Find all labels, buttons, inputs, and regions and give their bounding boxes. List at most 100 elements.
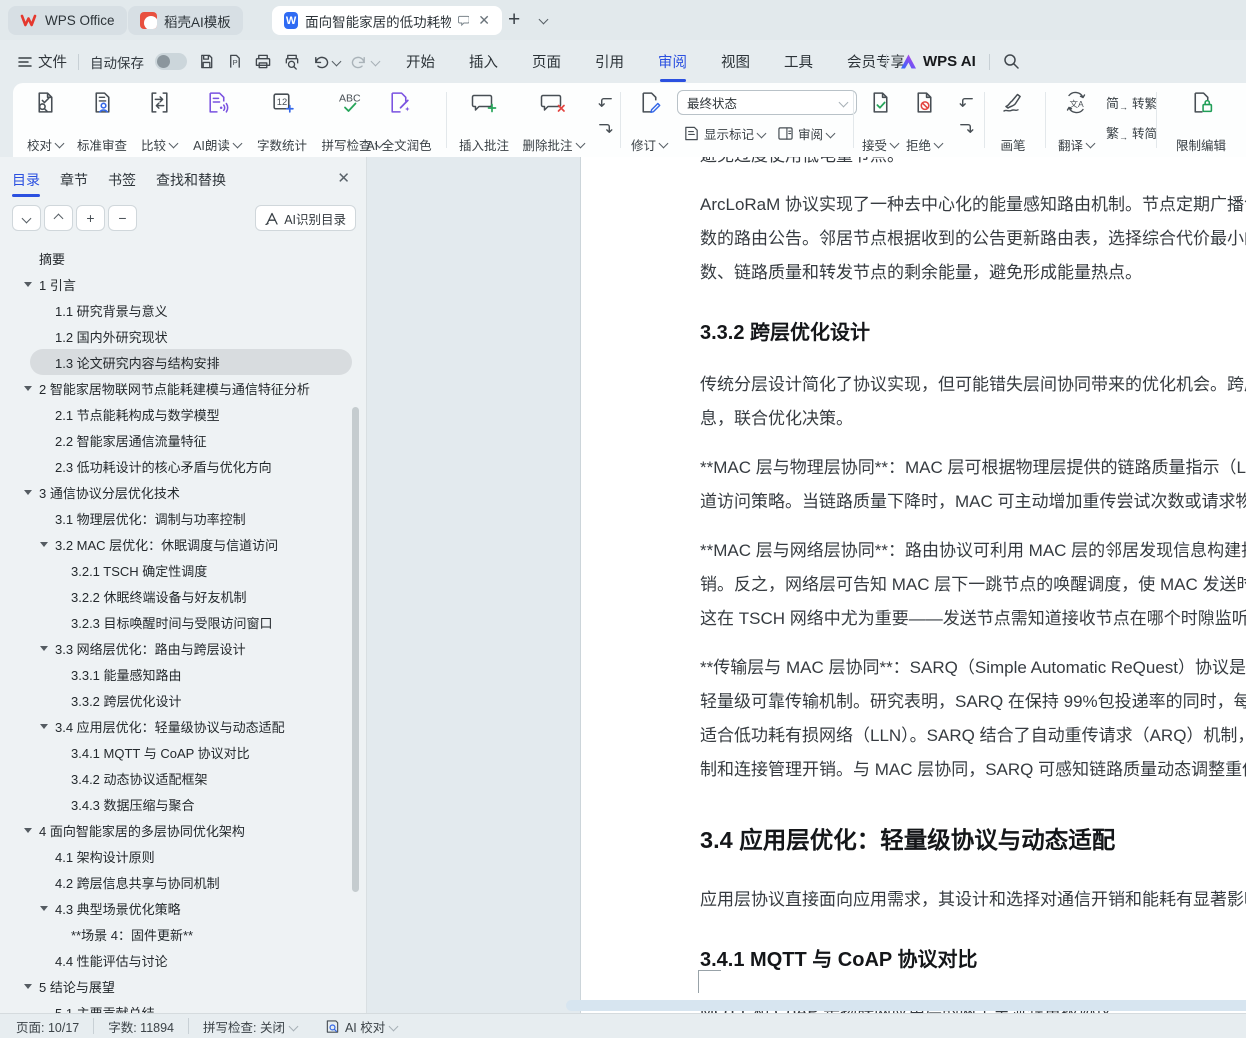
toc-collapse-arrow-icon[interactable] (40, 646, 48, 651)
translate-button[interactable]: 文A 翻译 (1052, 87, 1100, 160)
previous-comment-button[interactable] (593, 89, 617, 115)
export-pdf-button[interactable]: P (226, 53, 243, 70)
toc-collapse-arrow-icon[interactable] (24, 490, 32, 495)
toc-zoom-in-button[interactable]: + (76, 205, 105, 231)
wps-ai-button[interactable]: WPS AI (900, 53, 976, 70)
toc-item[interactable]: 2.2 智能家居通信流量特征 (0, 427, 352, 453)
toc-collapse-arrow-icon[interactable] (40, 724, 48, 729)
toc-item[interactable]: 2 智能家居物联网节点能耗建模与通信特征分析 (0, 375, 352, 401)
toc-item[interactable]: 5 结论与展望 (0, 973, 352, 999)
next-comment-button[interactable] (593, 115, 617, 141)
print-button[interactable] (254, 53, 272, 70)
proofread-button[interactable]: 校对 (18, 87, 72, 160)
menu-item-reference[interactable]: 引用 (593, 51, 626, 72)
spell-check-status[interactable]: 拼写检查: 关闭 (203, 1017, 297, 1036)
standard-review-button[interactable]: 标准审查 (71, 87, 133, 160)
show-markup-button[interactable]: 显示标记 (683, 124, 765, 143)
delete-comment-button[interactable]: 删除批注 (517, 87, 589, 160)
menu-item-tools[interactable]: 工具 (782, 51, 815, 72)
toc-item[interactable]: 3.2.1 TSCH 确定性调度 (0, 557, 352, 583)
menu-item-review[interactable]: 审阅 (656, 51, 689, 72)
page-indicator[interactable]: 页面: 10/17 (16, 1017, 79, 1036)
toc-collapse-arrow-icon[interactable] (24, 386, 32, 391)
menu-item-page[interactable]: 页面 (530, 51, 563, 72)
review-pane-button[interactable]: 审阅 (777, 124, 834, 143)
toc-item[interactable]: 3.2.3 目标唤醒时间与受限访问窗口 (0, 609, 352, 635)
undo-button[interactable] (312, 54, 340, 70)
sidebar-tab-find-replace[interactable]: 查找和替换 (156, 170, 226, 190)
toc-item[interactable]: 4.2 跨层信息共享与协同机制 (0, 869, 352, 895)
toc-collapse-arrow-icon[interactable] (40, 906, 48, 911)
toc-item[interactable]: 3.1 物理层优化：调制与功率控制 (0, 505, 352, 531)
toc-item[interactable]: 2.1 节点能耗构成与数学模型 (0, 401, 352, 427)
clipped-ribbon-button[interactable]: 文 (1241, 87, 1246, 160)
sidebar-tab-contents[interactable]: 目录 (12, 170, 40, 190)
ai-read-aloud-button[interactable]: AI朗读 (186, 87, 248, 160)
sidebar-tab-chapters[interactable]: 章节 (60, 170, 88, 190)
toc-collapse-arrow-icon[interactable] (24, 828, 32, 833)
next-revision-button[interactable] (954, 115, 978, 141)
toc-item[interactable]: 3.4.2 动态协议适配框架 (0, 765, 352, 791)
sidebar-scrollbar[interactable] (352, 407, 359, 892)
word-count-button[interactable]: 12 字数统计 (251, 87, 313, 160)
toc-item[interactable]: 4 面向智能家居的多层协同优化架构 (0, 817, 352, 843)
ai-proofread-status[interactable]: AI 校对 (325, 1017, 397, 1036)
toc-item[interactable]: 1.1 研究背景与意义 (0, 297, 352, 323)
ai-recognize-toc-button[interactable]: AI识别目录 (255, 205, 356, 231)
toc-collapse-arrow-icon[interactable] (40, 542, 48, 547)
toc-item[interactable]: 摘要 (0, 245, 352, 271)
toc-item[interactable]: 1 引言 (0, 271, 352, 297)
horizontal-scrollbar[interactable] (566, 1000, 1246, 1011)
new-tab-button[interactable]: + (508, 8, 520, 32)
toc-item[interactable]: 4.1 架构设计原则 (0, 843, 352, 869)
toc-item[interactable]: 1.2 国内外研究现状 (0, 323, 352, 349)
toc-item[interactable]: 3.4.1 MQTT 与 CoAP 协议对比 (0, 739, 352, 765)
toc-item[interactable]: 4.3 典型场景优化策略 (0, 895, 352, 921)
toc-item[interactable]: **场景 4：固件更新** (0, 921, 352, 947)
save-button[interactable] (198, 53, 215, 70)
menu-item-home[interactable]: 开始 (404, 51, 437, 72)
toc-item[interactable]: 2.3 低功耗设计的核心矛盾与优化方向 (0, 453, 352, 479)
accept-revision-button[interactable]: 接受 (858, 87, 902, 160)
compare-button[interactable]: 比较 (134, 87, 184, 160)
ai-polish-button[interactable]: AI 全文润色 (351, 87, 447, 160)
toc-item[interactable]: 3.2 MAC 层优化：休眠调度与信道访问 (0, 531, 352, 557)
toc-collapse-arrow-icon[interactable] (24, 984, 32, 989)
toc-item[interactable]: 3.3.2 跨层优化设计 (0, 687, 352, 713)
track-changes-button[interactable]: 修订 (625, 87, 673, 160)
toc-item[interactable]: 3.4.3 数据压缩与聚合 (0, 791, 352, 817)
toc-item[interactable]: 3.2.2 休眠终端设备与好友机制 (0, 583, 352, 609)
autosave-toggle[interactable] (155, 53, 187, 70)
word-count-indicator[interactable]: 字数: 11894 (108, 1017, 174, 1036)
tab-list-chevron-icon[interactable] (539, 15, 549, 25)
toc-item[interactable]: 5.1 主要贡献总结 (0, 999, 352, 1014)
print-preview-button[interactable] (283, 53, 301, 70)
file-menu-button[interactable]: 文件 (18, 51, 67, 72)
insert-comment-button[interactable]: 插入批注 (453, 87, 515, 160)
tab-document[interactable]: W 面向智能家居的低功耗物联网 ✕ (272, 6, 502, 35)
undo-history-chevron-icon[interactable] (332, 57, 342, 67)
toc-item[interactable]: 3.3.1 能量感知路由 (0, 661, 352, 687)
close-sidebar-icon[interactable]: ✕ (337, 169, 350, 187)
brush-button[interactable]: 画笔 (989, 87, 1037, 160)
menu-item-insert[interactable]: 插入 (467, 51, 500, 72)
restrict-editing-button[interactable]: 限制编辑 (1163, 87, 1239, 160)
toc-item[interactable]: 3.4 应用层优化：轻量级协议与动态适配 (0, 713, 352, 739)
toc-item[interactable]: 3 通信协议分层优化技术 (0, 479, 352, 505)
document-page[interactable]: 避免过度使用低电量节点。ArcLoRaM 协议实现了一种去中心化的能量感知路由机… (580, 157, 1246, 1014)
toc-expand-button[interactable] (12, 205, 41, 231)
menu-item-view[interactable]: 视图 (719, 51, 752, 72)
toc-item[interactable]: 4.4 性能评估与讨论 (0, 947, 352, 973)
search-icon[interactable] (1003, 53, 1020, 70)
tab-docer-templates[interactable]: 稻壳AI模板 (128, 6, 243, 35)
reject-revision-button[interactable]: 拒绝 (902, 87, 946, 160)
previous-revision-button[interactable] (954, 89, 978, 115)
sidebar-tab-bookmarks[interactable]: 书签 (108, 170, 136, 190)
to-traditional-button[interactable]: 简 转繁 (1106, 93, 1157, 112)
redo-history-chevron-icon[interactable] (371, 57, 381, 67)
to-simplified-button[interactable]: 繁 转简 (1106, 123, 1157, 142)
toc-item[interactable]: 1.3 论文研究内容与结构安排 (30, 349, 352, 375)
toc-zoom-out-button[interactable]: − (108, 205, 137, 231)
tab-wps-office[interactable]: WPS Office (8, 6, 127, 35)
close-tab-icon[interactable]: ✕ (478, 12, 490, 29)
